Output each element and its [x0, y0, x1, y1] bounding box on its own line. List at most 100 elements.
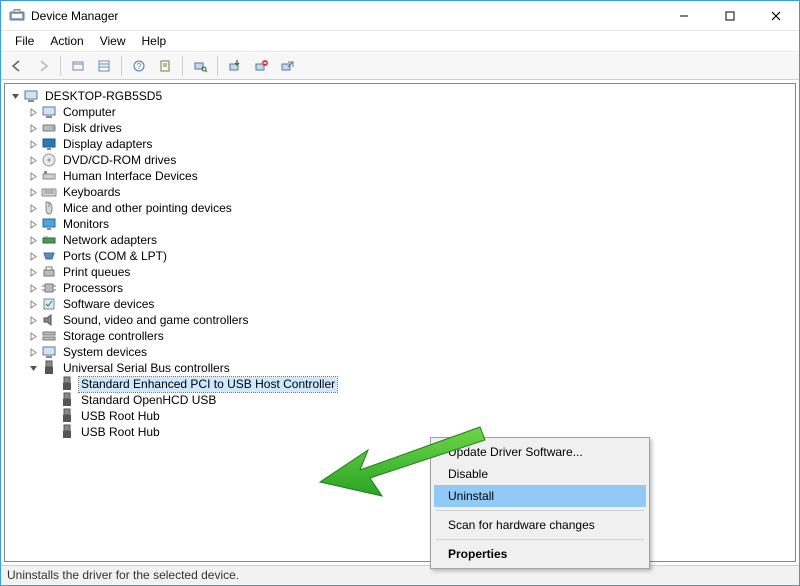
device-manager-icon [9, 8, 25, 24]
spacer [45, 410, 57, 422]
titlebar: Device Manager [1, 1, 799, 31]
context-scan-hardware[interactable]: Scan for hardware changes [434, 514, 646, 536]
context-properties[interactable]: Properties [434, 543, 646, 565]
tree-label: Standard Enhanced PCI to USB Host Contro… [79, 377, 337, 392]
tree-label: Sound, video and game controllers [61, 313, 250, 328]
tree-category[interactable]: Print queues [7, 264, 793, 280]
tree-label: Storage controllers [61, 329, 166, 344]
menu-file[interactable]: File [7, 32, 42, 50]
back-button[interactable] [5, 54, 29, 78]
properties-toolbar-button[interactable] [153, 54, 177, 78]
tree-category[interactable]: Storage controllers [7, 328, 793, 344]
expand-collapse-icon[interactable] [27, 138, 39, 150]
tree-label: Human Interface Devices [61, 169, 200, 184]
expand-collapse-icon[interactable] [27, 170, 39, 182]
expand-collapse-icon[interactable] [27, 282, 39, 294]
tree-label: Display adapters [61, 137, 154, 152]
tree-category[interactable]: Disk drives [7, 120, 793, 136]
category-icon [41, 312, 57, 328]
tree-category[interactable]: Ports (COM & LPT) [7, 248, 793, 264]
context-disable[interactable]: Disable [434, 463, 646, 485]
menu-action[interactable]: Action [42, 32, 91, 50]
statusbar-text: Uninstalls the driver for the selected d… [7, 568, 239, 582]
svg-text:?: ? [137, 62, 142, 71]
expand-collapse-icon[interactable] [27, 186, 39, 198]
tree-category[interactable]: Processors [7, 280, 793, 296]
tree-label: Keyboards [61, 185, 122, 200]
expand-collapse-icon[interactable] [27, 330, 39, 342]
tree-label: Mice and other pointing devices [61, 201, 234, 216]
minimize-button[interactable] [661, 1, 707, 31]
tree-device[interactable]: Standard OpenHCD USB [7, 392, 793, 408]
context-uninstall[interactable]: Uninstall [434, 485, 646, 507]
category-icon [41, 120, 57, 136]
maximize-button[interactable] [707, 1, 753, 31]
usb-device-icon [59, 408, 75, 424]
tree-label: USB Root Hub [79, 409, 162, 424]
tree-label: System devices [61, 345, 149, 360]
expand-collapse-icon[interactable] [27, 298, 39, 310]
expand-collapse-icon[interactable] [27, 250, 39, 262]
context-menu: Update Driver Software... Disable Uninst… [430, 437, 650, 569]
expand-collapse-icon[interactable] [27, 202, 39, 214]
tree-category[interactable]: Network adapters [7, 232, 793, 248]
uninstall-toolbar-button[interactable] [249, 54, 273, 78]
menu-separator [436, 539, 644, 540]
expand-collapse-icon[interactable] [27, 154, 39, 166]
tree-root[interactable]: DESKTOP-RGB5SD5 [7, 88, 793, 104]
tree-label: Print queues [61, 265, 132, 280]
forward-button[interactable] [31, 54, 55, 78]
help-button[interactable]: ? [127, 54, 151, 78]
close-button[interactable] [753, 1, 799, 31]
category-icon [41, 152, 57, 168]
tree-category[interactable]: Software devices [7, 296, 793, 312]
statusbar: Uninstalls the driver for the selected d… [1, 565, 799, 585]
tree-category[interactable]: DVD/CD-ROM drives [7, 152, 793, 168]
disable-toolbar-button[interactable] [275, 54, 299, 78]
expand-collapse-icon[interactable] [27, 218, 39, 230]
update-driver-toolbar-button[interactable] [223, 54, 247, 78]
tree-category[interactable]: Display adapters [7, 136, 793, 152]
window-title: Device Manager [31, 9, 661, 23]
spacer [45, 394, 57, 406]
tree-label: DVD/CD-ROM drives [61, 153, 178, 168]
tree-device-selected[interactable]: Standard Enhanced PCI to USB Host Contro… [7, 376, 793, 392]
expand-collapse-icon[interactable] [27, 122, 39, 134]
category-icon [41, 168, 57, 184]
expand-collapse-icon[interactable] [27, 234, 39, 246]
tree-category[interactable]: Keyboards [7, 184, 793, 200]
category-icon [41, 184, 57, 200]
expand-collapse-icon[interactable] [27, 106, 39, 118]
category-icon [41, 296, 57, 312]
toolbar-separator [217, 56, 218, 76]
toolbar-separator [60, 56, 61, 76]
expand-collapse-icon[interactable] [27, 346, 39, 358]
tree-category[interactable]: Monitors [7, 216, 793, 232]
category-icon [41, 344, 57, 360]
tree-category[interactable]: Sound, video and game controllers [7, 312, 793, 328]
tree-label: USB Root Hub [79, 425, 162, 440]
expand-collapse-icon[interactable] [27, 266, 39, 278]
tree-label: Standard OpenHCD USB [79, 393, 218, 408]
context-update-driver[interactable]: Update Driver Software... [434, 441, 646, 463]
tree-label: Universal Serial Bus controllers [61, 361, 232, 376]
toolbar: ? [1, 52, 799, 80]
tree-category[interactable]: Human Interface Devices [7, 168, 793, 184]
menu-view[interactable]: View [92, 32, 134, 50]
device-tree[interactable]: DESKTOP-RGB5SD5 ComputerDisk drivesDispl… [4, 83, 796, 562]
scan-hardware-button[interactable] [188, 54, 212, 78]
menu-help[interactable]: Help [134, 32, 175, 50]
expand-collapse-icon[interactable] [27, 362, 39, 374]
tree-category-usb[interactable]: Universal Serial Bus controllers [7, 360, 793, 376]
usb-device-icon [59, 392, 75, 408]
tree-category[interactable]: Mice and other pointing devices [7, 200, 793, 216]
tree-category[interactable]: Computer [7, 104, 793, 120]
tree-category[interactable]: System devices [7, 344, 793, 360]
tree-device[interactable]: USB Root Hub [7, 408, 793, 424]
expand-collapse-icon[interactable] [9, 90, 21, 102]
show-hidden-button[interactable] [66, 54, 90, 78]
expand-collapse-icon[interactable] [27, 314, 39, 326]
view-details-button[interactable] [92, 54, 116, 78]
tree-device[interactable]: USB Root Hub [7, 424, 793, 440]
usb-device-icon [59, 424, 75, 440]
